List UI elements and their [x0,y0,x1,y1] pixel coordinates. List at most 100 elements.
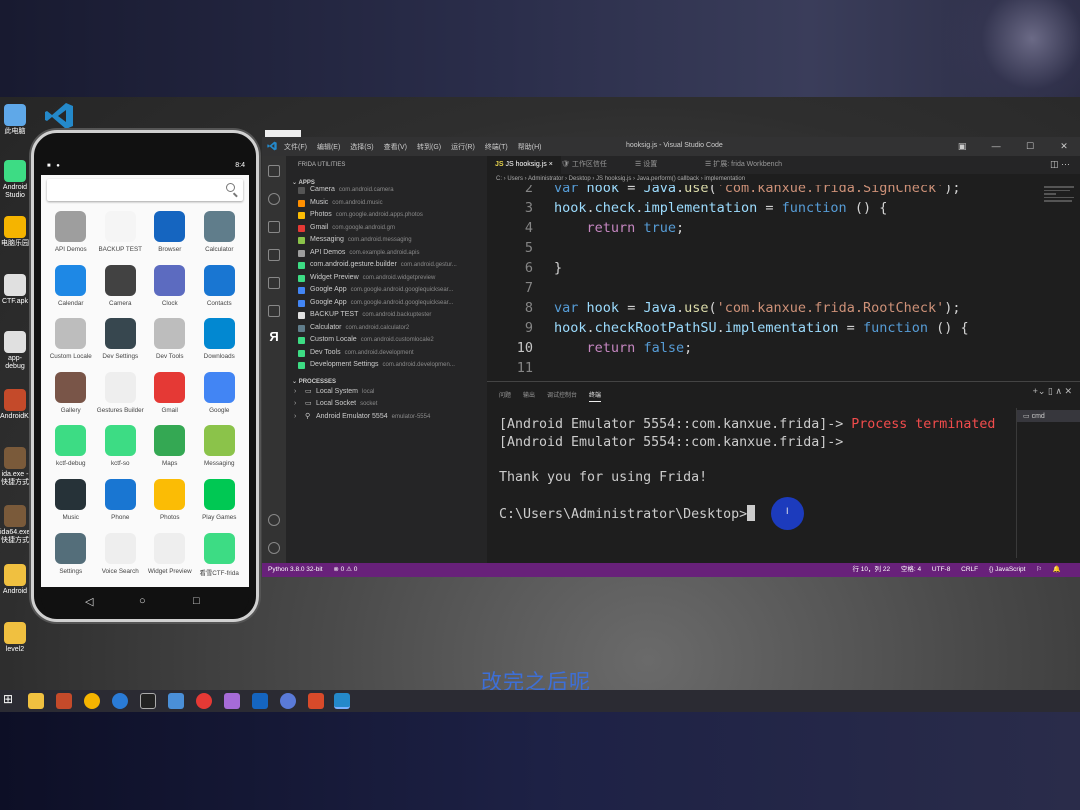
explorer-icon[interactable] [268,165,280,177]
python-interpreter[interactable]: Python 3.8.0 32-bit [268,566,323,573]
tab-workspace-trust[interactable]: 🛡 工作区信任 [553,156,615,174]
chevron-right-icon[interactable]: › [294,398,296,411]
menu-item[interactable]: 查看(V) [384,142,407,152]
start-icon[interactable]: ⊞ [3,692,15,708]
app-launcher-item[interactable]: Contacts [195,263,245,317]
frida-app-item[interactable]: Gmail com.google.android.gm [286,222,487,235]
app-launcher-item[interactable]: Maps [145,423,195,477]
frida-process-item[interactable]: › ⚲ Android Emulator 5554 emulator-5554 [286,411,487,424]
app-launcher-item[interactable]: Music [46,477,96,531]
run-debug-icon[interactable] [268,249,280,261]
menu-item[interactable]: 转到(G) [417,142,441,152]
app-launcher-item[interactable]: Gallery [46,370,96,424]
network-taskbar-icon[interactable] [168,693,184,709]
source-control-icon[interactable] [268,221,280,233]
menu-item[interactable]: 终端(T) [485,142,508,152]
frida-icon[interactable]: Я [262,329,286,344]
processes-section-header[interactable]: ⌄ PROCESSES [286,376,487,386]
desktop-icon[interactable]: AndroidKi [0,389,30,421]
panel-controls[interactable]: +⌄ ▯ ∧ ✕ [1033,386,1072,397]
desktop-icon[interactable]: ida.exe - 快捷方式 [0,447,30,487]
frida-app-item[interactable]: Messaging com.android.messaging [286,234,487,247]
feedback-icon[interactable]: ⚐ [1036,566,1042,573]
testing-icon[interactable] [268,305,280,317]
encoding[interactable]: UTF-8 [932,566,950,573]
app-launcher-item[interactable]: Clock [145,263,195,317]
app-launcher-item[interactable]: Browser [145,209,195,263]
chevron-right-icon[interactable]: › [294,386,296,399]
app-launcher-item[interactable]: Dev Settings [96,316,146,370]
ida-taskbar-icon[interactable] [56,693,72,709]
frida-app-item[interactable]: com.android.gesture.builder com.android.g… [286,259,487,272]
desktop-icon[interactable]: Android Studio [0,160,30,200]
split-editor-icon[interactable]: ◫ ··· [1050,159,1070,170]
panel-tab[interactable]: 调试控制台 [547,393,577,399]
app-launcher-item[interactable]: BACKUP TEST [96,209,146,263]
layout-icon[interactable]: ▣ [946,137,978,156]
app-launcher-item[interactable]: Widget Preview [145,531,195,585]
app-launcher-item[interactable]: Voice Search [96,531,146,585]
app-launcher-item[interactable]: Photos [145,477,195,531]
panel-tab[interactable]: 输出 [523,393,535,399]
google-search-bar[interactable] [47,179,243,201]
app-launcher-item[interactable]: Calendar [46,263,96,317]
vscode-desktop-icon[interactable] [44,102,74,130]
tab-extension[interactable]: ☰ 扩展: frida Workbench [697,156,790,174]
desktop-icon[interactable]: level2 [0,622,30,654]
chrome-taskbar-icon[interactable] [196,693,212,709]
frida-app-item[interactable]: Widget Preview com.android.widgetpreview [286,272,487,285]
app-launcher-item[interactable]: Messaging [195,423,245,477]
terminal-taskbar-icon[interactable] [140,693,156,709]
frida-process-item[interactable]: › ▭ Local Socket socket [286,398,487,411]
frida-app-item[interactable]: Google App com.google.android.googlequick… [286,284,487,297]
app2-taskbar-icon[interactable] [224,693,240,709]
desktop-icon[interactable]: ida64.exe 快捷方式 [0,505,30,545]
app-launcher-item[interactable]: kctf-so [96,423,146,477]
app-launcher-item[interactable]: Calculator [195,209,245,263]
frida-app-item[interactable]: Photos com.google.android.apps.photos [286,209,487,222]
search-icon[interactable] [226,183,235,192]
tab-hooksig[interactable]: JS JS hooksig.js × [487,156,561,174]
frida-app-item[interactable]: Calculator com.android.calculator2 [286,322,487,335]
panel-tab[interactable]: 终端 [589,393,602,402]
desktop-icon[interactable]: CTF.apk [0,274,30,306]
app4-taskbar-icon[interactable] [280,693,296,709]
frida-app-item[interactable]: Google App com.google.android.googlequick… [286,297,487,310]
app-taskbar-icon[interactable] [84,693,100,709]
close-button[interactable]: ✕ [1048,137,1080,156]
frida-app-item[interactable]: BACKUP TEST com.android.backuptester [286,309,487,322]
problems-count[interactable]: ⊗ 0 ⚠ 0 [333,566,357,573]
account-icon[interactable] [268,514,280,526]
menu-item[interactable]: 帮助(H) [518,142,542,152]
search-icon[interactable] [268,193,280,205]
desktop-icon[interactable]: 此电脑 [0,104,30,136]
app-launcher-item[interactable]: Play Games [195,477,245,531]
app-launcher-item[interactable]: Google [195,370,245,424]
app-launcher-item[interactable]: Settings [46,531,96,585]
cursor-position[interactable]: 行 10，列 22 [852,566,890,573]
gear-icon[interactable] [268,542,280,554]
app-launcher-item[interactable]: Phone [96,477,146,531]
app3-taskbar-icon[interactable] [252,693,268,709]
app-launcher-item[interactable]: Gestures Builder [96,370,146,424]
frida-app-item[interactable]: Dev Tools com.android.development [286,347,487,360]
app-launcher-item[interactable]: kctf-debug [46,423,96,477]
frida-app-item[interactable]: Music com.android.music [286,197,487,210]
language-mode[interactable]: {} JavaScript [989,566,1026,573]
app-launcher-item[interactable]: Gmail [145,370,195,424]
recents-icon[interactable]: □ [193,595,200,607]
menu-item[interactable]: 文件(F) [284,142,307,152]
tab-settings[interactable]: ☰ 设置 [627,156,665,174]
menu-item[interactable]: 运行(R) [451,142,475,152]
maximize-button[interactable]: ☐ [1014,137,1046,156]
app-launcher-item[interactable]: Custom Locale [46,316,96,370]
terminal-output[interactable]: [Android Emulator 5554::com.kanxue.frida… [499,416,995,523]
indentation[interactable]: 空格: 4 [901,566,921,573]
powerpoint-taskbar-icon[interactable] [308,693,324,709]
back-icon[interactable]: ◁ [85,595,93,608]
desktop-icon[interactable]: 电脑乐园 [0,216,30,248]
frida-process-item[interactable]: › ▭ Local System local [286,386,487,399]
code-editor[interactable]: 2 var hook = Java.use('com.kanxue.frida.S… [487,185,1080,381]
app-launcher-item[interactable]: Downloads [195,316,245,370]
extensions-icon[interactable] [268,277,280,289]
